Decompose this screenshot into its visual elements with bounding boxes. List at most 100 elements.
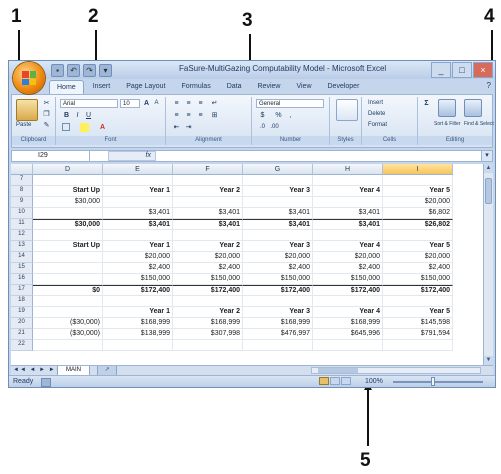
cell-g7[interactable] bbox=[243, 175, 313, 186]
cell-g19[interactable]: Year 3 bbox=[243, 307, 313, 318]
wrap-text-icon[interactable]: ↵ bbox=[210, 99, 219, 108]
cell-f18[interactable] bbox=[173, 296, 243, 307]
cell-i13[interactable]: Year 5 bbox=[383, 241, 453, 252]
tab-developer[interactable]: Developer bbox=[321, 80, 367, 94]
cell-e18[interactable] bbox=[103, 296, 173, 307]
currency-icon[interactable]: $ bbox=[258, 111, 267, 120]
help-icon[interactable]: ? bbox=[487, 81, 491, 90]
paste-icon[interactable] bbox=[16, 99, 38, 121]
number-format-select[interactable]: General bbox=[256, 99, 324, 108]
cell-h10[interactable]: $3,401 bbox=[313, 208, 383, 219]
cell-e8[interactable]: Year 1 bbox=[103, 186, 173, 197]
percent-icon[interactable]: % bbox=[274, 111, 283, 120]
styles-icon[interactable] bbox=[336, 99, 358, 121]
cell-f8[interactable]: Year 2 bbox=[173, 186, 243, 197]
cell-e19[interactable]: Year 1 bbox=[103, 307, 173, 318]
cell-d17[interactable]: $0 bbox=[33, 285, 103, 296]
vertical-scrollbar[interactable]: ▲ ▼ bbox=[483, 164, 493, 365]
cell-d10[interactable] bbox=[33, 208, 103, 219]
cell-d16[interactable] bbox=[33, 274, 103, 285]
cell-g9[interactable] bbox=[243, 197, 313, 208]
close-button[interactable]: × bbox=[473, 62, 493, 78]
cell-d14[interactable] bbox=[33, 252, 103, 263]
cell-g20[interactable]: $168,999 bbox=[243, 318, 313, 329]
sheet-navigation-icons[interactable]: ◄◄ ◄ ► ►► bbox=[13, 366, 63, 375]
cell-g17[interactable]: $172,400 bbox=[243, 285, 313, 296]
row-header[interactable]: 22 bbox=[11, 340, 33, 351]
worksheet-grid[interactable]: D E F G H I 7 8 Start Up Year 1 Year 2 Year 3 Year 4… bbox=[11, 164, 485, 365]
tab-view[interactable]: View bbox=[289, 80, 318, 94]
shrink-font-icon[interactable]: A bbox=[152, 99, 161, 108]
column-header-d[interactable]: D bbox=[33, 164, 103, 175]
cell-d9[interactable]: $30,000 bbox=[33, 197, 103, 208]
horizontal-scrollbar[interactable] bbox=[311, 367, 481, 374]
cell-f12[interactable] bbox=[173, 230, 243, 241]
cell-i19[interactable]: Year 5 bbox=[383, 307, 453, 318]
align-top-icon[interactable]: ≡ bbox=[172, 99, 181, 108]
cell-i15[interactable]: $2,400 bbox=[383, 263, 453, 274]
zoom-level[interactable]: 100% bbox=[365, 377, 383, 387]
cell-i8[interactable]: Year 5 bbox=[383, 186, 453, 197]
cell-g22[interactable] bbox=[243, 340, 313, 351]
tab-home[interactable]: Home bbox=[49, 80, 84, 94]
cell-h17[interactable]: $172,400 bbox=[313, 285, 383, 296]
cell-d22[interactable] bbox=[33, 340, 103, 351]
cell-f9[interactable] bbox=[173, 197, 243, 208]
cell-h16[interactable]: $150,000 bbox=[313, 274, 383, 285]
cell-e14[interactable]: $20,000 bbox=[103, 252, 173, 263]
cell-i11[interactable]: $26,802 bbox=[383, 219, 453, 230]
cell-g10[interactable]: $3,401 bbox=[243, 208, 313, 219]
cell-g11[interactable]: $3,401 bbox=[243, 219, 313, 230]
tab-formulas[interactable]: Formulas bbox=[175, 80, 218, 94]
cell-g16[interactable]: $150,000 bbox=[243, 274, 313, 285]
normal-view-button[interactable] bbox=[319, 377, 329, 385]
align-bottom-icon[interactable]: ≡ bbox=[196, 99, 205, 108]
name-box[interactable]: I29 bbox=[12, 151, 90, 161]
cell-g14[interactable]: $20,000 bbox=[243, 252, 313, 263]
row-header[interactable]: 18 bbox=[11, 296, 33, 307]
cell-i16[interactable]: $150,000 bbox=[383, 274, 453, 285]
column-header-h[interactable]: H bbox=[313, 164, 383, 175]
cell-i18[interactable] bbox=[383, 296, 453, 307]
customize-qat-icon[interactable]: ▾ bbox=[99, 64, 112, 77]
scroll-up-icon[interactable]: ▲ bbox=[484, 164, 493, 173]
italic-button[interactable]: I bbox=[73, 111, 82, 120]
page-layout-view-button[interactable] bbox=[330, 377, 340, 385]
cell-i14[interactable]: $20,000 bbox=[383, 252, 453, 263]
cell-g12[interactable] bbox=[243, 230, 313, 241]
merge-center-icon[interactable]: ⊞ bbox=[210, 111, 219, 120]
row-header[interactable]: 11 bbox=[11, 219, 33, 230]
row-header[interactable]: 21 bbox=[11, 329, 33, 340]
cell-d15[interactable] bbox=[33, 263, 103, 274]
column-header-i[interactable]: I bbox=[383, 164, 453, 175]
horizontal-scroll-thumb[interactable] bbox=[318, 368, 358, 373]
row-header[interactable]: 8 bbox=[11, 186, 33, 197]
borders-icon[interactable] bbox=[62, 123, 70, 131]
cell-h13[interactable]: Year 4 bbox=[313, 241, 383, 252]
row-header[interactable]: 10 bbox=[11, 208, 33, 219]
cell-d18[interactable] bbox=[33, 296, 103, 307]
cell-h14[interactable]: $20,000 bbox=[313, 252, 383, 263]
underline-button[interactable]: U bbox=[84, 111, 93, 120]
row-header[interactable]: 20 bbox=[11, 318, 33, 329]
cell-i10[interactable]: $6,802 bbox=[383, 208, 453, 219]
cell-h22[interactable] bbox=[313, 340, 383, 351]
align-center-icon[interactable]: ≡ bbox=[184, 111, 193, 120]
decrease-indent-icon[interactable]: ⇤ bbox=[172, 123, 181, 132]
cell-h20[interactable]: $168,999 bbox=[313, 318, 383, 329]
scroll-thumb[interactable] bbox=[485, 178, 492, 204]
cell-i17[interactable]: $172,400 bbox=[383, 285, 453, 296]
cell-f10[interactable]: $3,401 bbox=[173, 208, 243, 219]
minimize-button[interactable]: _ bbox=[431, 62, 451, 78]
cell-d7[interactable] bbox=[33, 175, 103, 186]
cell-h11[interactable]: $3,401 bbox=[313, 219, 383, 230]
insert-function-button[interactable]: fx bbox=[108, 151, 156, 161]
cell-f16[interactable]: $150,000 bbox=[173, 274, 243, 285]
cell-g13[interactable]: Year 3 bbox=[243, 241, 313, 252]
cell-i7[interactable] bbox=[383, 175, 453, 186]
cell-f21[interactable]: $307,998 bbox=[173, 329, 243, 340]
autosum-icon[interactable]: Σ bbox=[422, 99, 431, 108]
cell-h7[interactable] bbox=[313, 175, 383, 186]
row-header[interactable]: 17 bbox=[11, 285, 33, 296]
row-header[interactable]: 7 bbox=[11, 175, 33, 186]
